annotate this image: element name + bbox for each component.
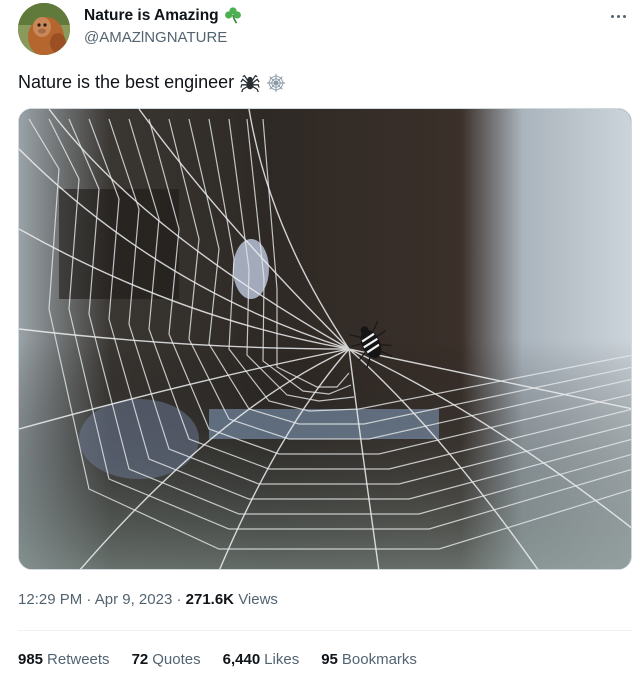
engagement-stats: 985 Retweets 72 Quotes 6,440 Likes 95 Bookma… [18, 650, 417, 670]
views-label: Views [238, 591, 278, 608]
meta-separator-2: · [176, 591, 182, 608]
more-options-icon[interactable] [606, 6, 630, 26]
quotes-label: Quotes [152, 651, 201, 668]
retweets-stat[interactable]: 985 Retweets [18, 650, 110, 670]
retweets-count: 985 [18, 651, 44, 668]
tweet-meta: 12:29 PM · Apr 9, 2023 · 271.6K Views [18, 590, 278, 610]
tweet-text-row: Nature is the best engineer [18, 69, 286, 95]
quotes-stat[interactable]: 72 Quotes [132, 650, 201, 670]
spider-web-icon [266, 72, 286, 93]
spider-icon [240, 72, 260, 93]
tweet-time[interactable]: 12:29 PM [18, 591, 82, 608]
bookmarks-label: Bookmarks [341, 651, 417, 668]
quotes-count: 72 [131, 651, 149, 668]
tweet-date[interactable]: Apr 9, 2023 [95, 591, 173, 608]
divider [18, 630, 632, 631]
likes-count: 6,440 [222, 651, 261, 668]
author-names: Nature is Amazing @AMAZlNGNATURE [84, 6, 244, 48]
tweet-text: Nature is the best engineer [18, 72, 235, 92]
bookmarks-stat[interactable]: 95 Bookmarks [321, 650, 417, 670]
shamrock-icon [224, 6, 244, 26]
views-count: 271.6K [185, 591, 235, 608]
author-display-name-row[interactable]: Nature is Amazing [84, 6, 244, 26]
tweet-header: Nature is Amazing @AMAZlNGNATURE [18, 0, 630, 58]
retweets-label: Retweets [47, 651, 110, 668]
likes-stat[interactable]: 6,440 Likes [223, 650, 300, 670]
tweet-media-video[interactable] [18, 108, 632, 570]
likes-label: Likes [264, 651, 300, 668]
author-display-name[interactable]: Nature is Amazing [84, 6, 219, 26]
bookmarks-count: 95 [321, 651, 338, 668]
avatar[interactable] [18, 3, 70, 55]
meta-separator: · [86, 591, 92, 608]
author-handle[interactable]: @AMAZlNGNATURE [84, 28, 244, 48]
